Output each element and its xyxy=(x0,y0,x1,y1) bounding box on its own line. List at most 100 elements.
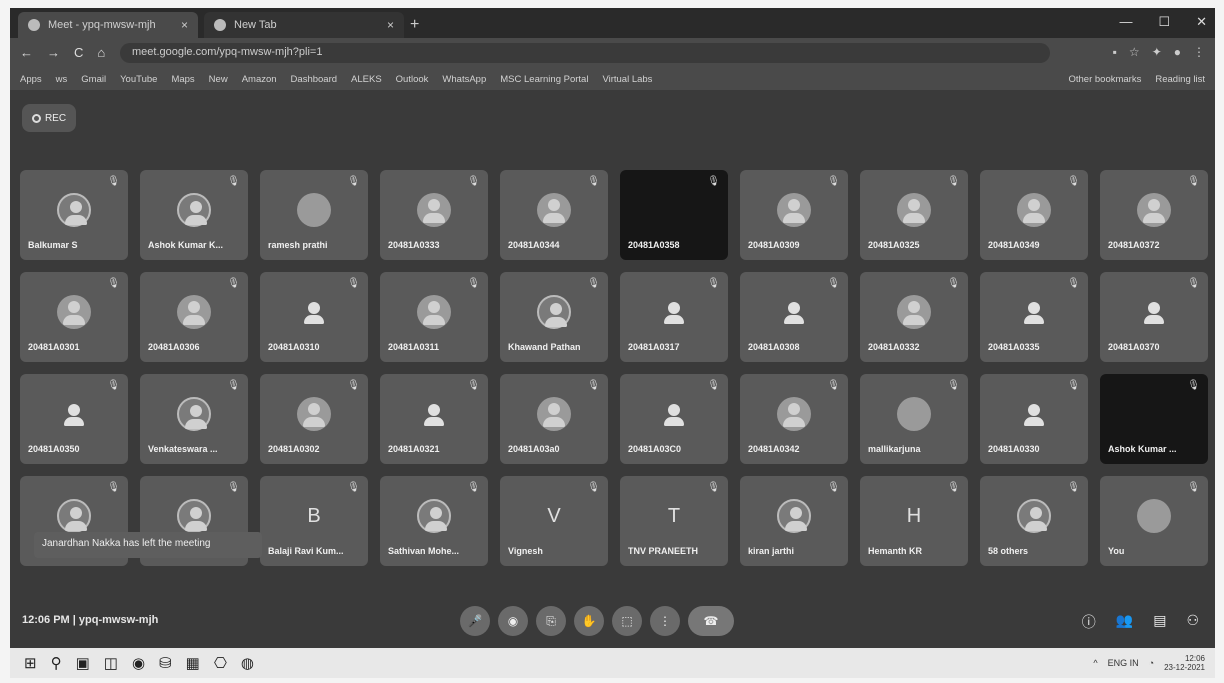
store-icon[interactable]: ▦ xyxy=(186,654,200,672)
bookmark-item[interactable]: YouTube xyxy=(120,74,157,85)
bookmark-item[interactable]: Dashboard xyxy=(291,74,337,85)
participant-name: 20481A0332 xyxy=(868,342,920,352)
participant-tile[interactable]: 🎙 20481A0306 xyxy=(140,272,248,362)
raise-hand-button[interactable]: ✋ xyxy=(574,606,604,636)
bookmark-item[interactable]: WhatsApp xyxy=(442,74,486,85)
minimize-button[interactable]: — xyxy=(1119,14,1132,30)
menu-icon[interactable]: ⋮ xyxy=(1193,45,1205,59)
captions-button[interactable]: ⎘ xyxy=(536,606,566,636)
bookmark-item[interactable]: ws xyxy=(56,74,68,85)
back-button[interactable]: ← xyxy=(20,45,33,60)
close-window-button[interactable]: ✕ xyxy=(1196,14,1207,30)
chat-icon[interactable]: ◉ xyxy=(132,654,145,672)
wifi-icon[interactable]: ◔ xyxy=(1149,658,1154,668)
home-button[interactable]: ⌂ xyxy=(97,45,105,60)
participant-tile[interactable]: 🎙 20481A0309 xyxy=(740,170,848,260)
start-icon[interactable]: ⊞ xyxy=(24,654,37,672)
bookmark-item[interactable]: MSC Learning Portal xyxy=(500,74,588,85)
mic-button[interactable]: 🎤 xyxy=(460,606,490,636)
avatar xyxy=(662,300,686,324)
activities-button[interactable]: ⚇ xyxy=(1186,612,1199,632)
camera-button[interactable]: ◉ xyxy=(498,606,528,636)
task-view-icon[interactable]: ▣ xyxy=(76,654,90,672)
participant-tile[interactable]: 🎙 20481A0372 xyxy=(1100,170,1208,260)
clock-area[interactable]: 12:06 23-12-2021 xyxy=(1164,654,1205,672)
participant-tile[interactable]: 🎙 Khawand Pathan xyxy=(500,272,608,362)
participant-tile[interactable]: 🎙 Ashok Kumar ... xyxy=(1100,374,1208,464)
bookmark-item[interactable]: Maps xyxy=(171,74,194,85)
mic-muted-icon: 🎙 xyxy=(107,380,120,391)
people-button[interactable]: 👥 xyxy=(1116,612,1133,632)
participant-tile[interactable]: 🎙 20481A0325 xyxy=(860,170,968,260)
bookmark-item[interactable]: Virtual Labs xyxy=(602,74,652,85)
participant-tile[interactable]: 🎙 20481A0358 xyxy=(620,170,728,260)
search-icon[interactable]: ⚲ xyxy=(51,654,62,672)
participant-tile[interactable]: 🎙 20481A0342 xyxy=(740,374,848,464)
participant-tile[interactable]: 🎙 20481A0321 xyxy=(380,374,488,464)
participant-tile[interactable]: 🎙 20481A0349 xyxy=(980,170,1088,260)
app-icon[interactable]: ⎔ xyxy=(214,654,227,672)
participant-tile[interactable]: 🎙 You xyxy=(1100,476,1208,566)
participant-tile[interactable]: 🎙 V Vignesh xyxy=(500,476,608,566)
camera-icon[interactable]: ▪ xyxy=(1113,45,1117,59)
chat-button[interactable]: ▤ xyxy=(1153,612,1166,632)
chevron-up-icon[interactable]: ^ xyxy=(1093,658,1097,668)
participant-tile[interactable]: 🎙 Ashok Kumar K... xyxy=(140,170,248,260)
participant-tile[interactable]: 🎙 B Balaji Ravi Kum... xyxy=(260,476,368,566)
bookmark-item[interactable]: Apps xyxy=(20,74,42,85)
participant-tile[interactable]: 🎙 H Hemanth KR xyxy=(860,476,968,566)
bookmark-item[interactable]: ALEKS xyxy=(351,74,382,85)
participant-tile[interactable]: 🎙 20481A0333 xyxy=(380,170,488,260)
bookmark-item[interactable]: Outlook xyxy=(396,74,429,85)
participant-tile[interactable]: 🎙 mallikarjuna xyxy=(860,374,968,464)
participant-tile[interactable]: 🎙 58 others xyxy=(980,476,1088,566)
widgets-icon[interactable]: ◫ xyxy=(104,654,118,672)
participant-tile[interactable]: 🎙 20481A0302 xyxy=(260,374,368,464)
participant-tile[interactable]: 🎙 T TNV PRANEETH xyxy=(620,476,728,566)
maximize-button[interactable]: ☐ xyxy=(1158,14,1170,30)
tab-new[interactable]: New Tab × xyxy=(204,12,404,38)
other-bookmarks[interactable]: Other bookmarks xyxy=(1068,74,1141,85)
close-icon[interactable]: × xyxy=(387,18,394,32)
reading-list[interactable]: Reading list xyxy=(1155,74,1215,85)
profile-icon[interactable]: ● xyxy=(1174,45,1181,59)
star-icon[interactable]: ☆ xyxy=(1129,45,1140,59)
participant-tile[interactable]: 🎙 20481A03a0 xyxy=(500,374,608,464)
side-panel-controls: ⓘ 👥 ▤ ⚇ xyxy=(1082,612,1199,632)
explorer-icon[interactable]: ⛁ xyxy=(159,654,172,672)
participant-tile[interactable]: 🎙 20481A0335 xyxy=(980,272,1088,362)
participant-tile[interactable]: 🎙 20481A0344 xyxy=(500,170,608,260)
participant-tile[interactable]: 🎙 20481A03C0 xyxy=(620,374,728,464)
participant-tile[interactable]: 🎙 Sathivan Mohe... xyxy=(380,476,488,566)
chrome-icon[interactable]: ◍ xyxy=(241,654,254,672)
info-button[interactable]: ⓘ xyxy=(1082,612,1096,632)
more-options-button[interactable]: ⋮ xyxy=(650,606,680,636)
url-input[interactable]: meet.google.com/ypq-mwsw-mjh?pli=1 xyxy=(120,43,1050,63)
forward-button[interactable]: → xyxy=(47,45,60,60)
participant-tile[interactable]: 🎙 20481A0311 xyxy=(380,272,488,362)
language-indicator[interactable]: ENG IN xyxy=(1108,658,1139,668)
participant-tile[interactable]: 🎙 20481A0310 xyxy=(260,272,368,362)
participant-name: Hemanth KR xyxy=(868,546,923,556)
bookmark-item[interactable]: Amazon xyxy=(242,74,277,85)
participant-tile[interactable]: 🎙 Venkateswara ... xyxy=(140,374,248,464)
participant-tile[interactable]: 🎙 20481A0308 xyxy=(740,272,848,362)
present-button[interactable]: ⬚ xyxy=(612,606,642,636)
new-tab-button[interactable]: + xyxy=(410,16,419,34)
participant-tile[interactable]: 🎙 20481A0301 xyxy=(20,272,128,362)
bookmark-item[interactable]: New xyxy=(209,74,228,85)
participant-tile[interactable]: 🎙 20481A0370 xyxy=(1100,272,1208,362)
extensions-icon[interactable]: ✦ xyxy=(1152,45,1162,59)
close-icon[interactable]: × xyxy=(181,18,188,32)
tab-meet[interactable]: Meet - ypq-mwsw-mjh × xyxy=(18,12,198,38)
participant-tile[interactable]: 🎙 kiran jarthi xyxy=(740,476,848,566)
participant-tile[interactable]: 🎙 20481A0330 xyxy=(980,374,1088,464)
reload-button[interactable]: C xyxy=(74,45,83,60)
participant-tile[interactable]: 🎙 20481A0332 xyxy=(860,272,968,362)
end-call-button[interactable]: ☎ xyxy=(688,606,734,636)
participant-tile[interactable]: 🎙 20481A0350 xyxy=(20,374,128,464)
participant-tile[interactable]: 🎙 ramesh prathi xyxy=(260,170,368,260)
participant-tile[interactable]: 🎙 Balkumar S xyxy=(20,170,128,260)
participant-tile[interactable]: 🎙 20481A0317 xyxy=(620,272,728,362)
bookmark-item[interactable]: Gmail xyxy=(81,74,106,85)
